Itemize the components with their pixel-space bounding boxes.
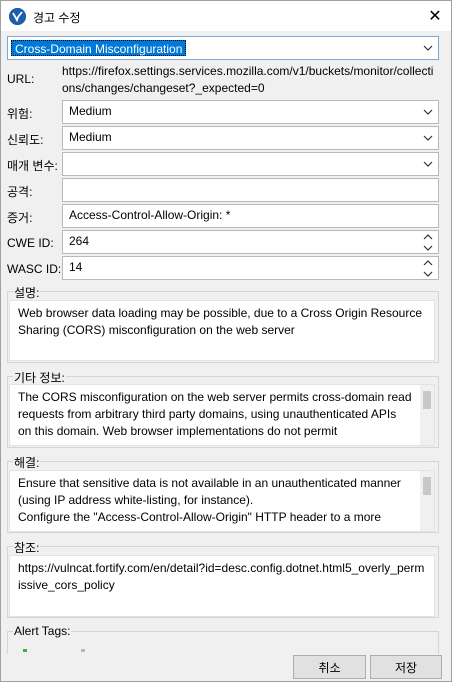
attack-input[interactable] bbox=[62, 178, 439, 202]
solution-textarea[interactable]: Ensure that sensitive data is not availa… bbox=[9, 470, 435, 532]
risk-value: Medium bbox=[69, 104, 112, 118]
dialog-footer: 취소 저장 bbox=[1, 654, 451, 681]
spin-down-icon[interactable] bbox=[418, 242, 438, 253]
confidence-select[interactable]: Medium bbox=[62, 126, 439, 150]
confidence-label: 신뢰도: bbox=[7, 133, 44, 147]
confidence-value: Medium bbox=[69, 130, 112, 144]
spin-up-icon[interactable] bbox=[418, 231, 438, 242]
description-text: Web browser data loading may be possible… bbox=[18, 306, 422, 337]
wasc-id-label: WASC ID: bbox=[7, 262, 62, 276]
chevron-down-icon[interactable] bbox=[418, 101, 438, 123]
window-title: 경고 수정 bbox=[33, 11, 81, 25]
solution-label: 해결: bbox=[13, 454, 41, 471]
cwe-id-spinner[interactable]: 264 bbox=[62, 230, 439, 254]
description-label: 설명: bbox=[13, 284, 41, 301]
url-label: URL: bbox=[7, 72, 35, 86]
risk-label: 위험: bbox=[7, 107, 33, 121]
cwe-id-value: 264 bbox=[69, 234, 90, 248]
wasc-id-value: 14 bbox=[69, 260, 83, 274]
cwe-spinner-controls bbox=[418, 231, 438, 253]
alert-name-combo[interactable]: Cross-Domain Misconfiguration bbox=[7, 36, 439, 60]
parameter-label: 매개 변수: bbox=[7, 159, 58, 173]
other-info-scrollbar[interactable] bbox=[420, 385, 434, 445]
wasc-id-spinner[interactable]: 14 bbox=[62, 256, 439, 280]
close-button[interactable]: ✕ bbox=[419, 1, 451, 31]
evidence-label: 증거: bbox=[7, 211, 33, 225]
reference-text: https://vulncat.fortify.com/en/detail?id… bbox=[18, 561, 425, 592]
alert-name-text: Cross-Domain Misconfiguration bbox=[11, 40, 187, 56]
spin-down-icon[interactable] bbox=[418, 268, 438, 279]
parameter-select[interactable] bbox=[62, 152, 439, 176]
attack-label: 공격: bbox=[7, 185, 33, 199]
reference-textarea[interactable]: https://vulncat.fortify.com/en/detail?id… bbox=[9, 555, 435, 617]
wasc-spinner-controls bbox=[418, 257, 438, 279]
cwe-id-label: CWE ID: bbox=[7, 236, 54, 250]
risk-select[interactable]: Medium bbox=[62, 100, 439, 124]
scrollbar-thumb[interactable] bbox=[423, 391, 431, 409]
alert-tag-indicator bbox=[81, 649, 85, 652]
alert-tags-label: Alert Tags: bbox=[13, 624, 72, 638]
url-value: https://firefox.settings.services.mozill… bbox=[62, 64, 434, 95]
solution-scrollbar[interactable] bbox=[420, 471, 434, 531]
spin-up-icon[interactable] bbox=[418, 257, 438, 268]
zap-logo-icon bbox=[9, 8, 26, 25]
cancel-button[interactable]: 취소 bbox=[293, 655, 366, 679]
reference-label: 참조: bbox=[13, 539, 41, 556]
chevron-down-icon[interactable] bbox=[418, 37, 438, 59]
chevron-down-icon[interactable] bbox=[418, 153, 438, 175]
edit-alert-dialog: 경고 수정 ✕ Cross-Domain Misconfiguration UR… bbox=[0, 0, 452, 682]
other-info-textarea[interactable]: The CORS misconfiguration on the web ser… bbox=[9, 384, 435, 446]
title-bar: 경고 수정 ✕ bbox=[1, 1, 451, 31]
scrollbar-thumb[interactable] bbox=[423, 477, 431, 495]
save-button[interactable]: 저장 bbox=[370, 655, 442, 679]
close-icon: ✕ bbox=[428, 8, 442, 25]
evidence-value: Access-Control-Allow-Origin: * bbox=[69, 208, 231, 222]
other-info-text: The CORS misconfiguration on the web ser… bbox=[18, 390, 412, 438]
alert-tag-indicator bbox=[23, 649, 27, 652]
chevron-down-icon[interactable] bbox=[418, 127, 438, 149]
description-textarea[interactable]: Web browser data loading may be possible… bbox=[9, 300, 435, 361]
solution-line-2: Configure the "Access-Control-Allow-Orig… bbox=[18, 510, 382, 524]
solution-line-1: Ensure that sensitive data is not availa… bbox=[18, 476, 401, 507]
evidence-input[interactable]: Access-Control-Allow-Origin: * bbox=[62, 204, 439, 228]
